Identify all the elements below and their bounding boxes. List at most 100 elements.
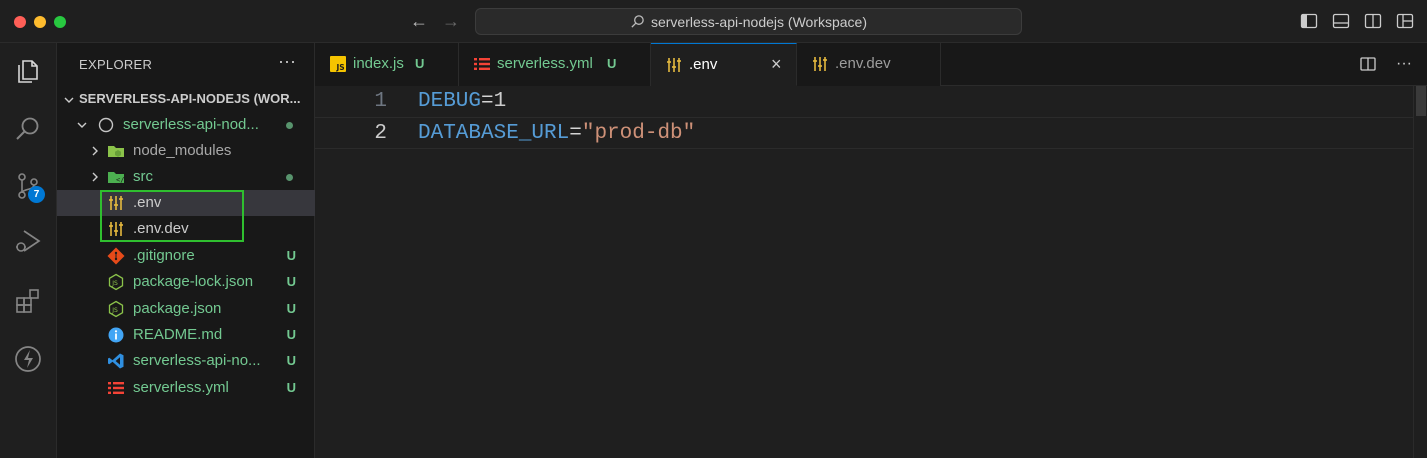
run-debug-icon[interactable]	[10, 223, 46, 259]
untracked-badge: U	[286, 274, 296, 289]
workspace-label: SERVERLESS-API-NODEJS (WOR...	[79, 91, 301, 106]
tree-item-package-lock[interactable]: JS package-lock.json U	[57, 269, 315, 295]
folder-label: serverless-api-nod...	[123, 116, 259, 133]
modified-dot	[286, 174, 293, 181]
close-tab-icon[interactable]: ×	[771, 54, 782, 75]
search-icon	[631, 15, 644, 28]
untracked-badge: U	[286, 327, 296, 342]
tab-serverless-yml[interactable]: serverless.yml U	[459, 43, 651, 86]
chevron-down-icon	[75, 118, 89, 132]
untracked-badge: U	[286, 353, 296, 368]
chevron-right-icon	[88, 144, 102, 158]
settings-sliders-icon	[665, 56, 683, 74]
line-number: 1	[374, 90, 387, 113]
customize-layout-icon[interactable]	[1395, 11, 1415, 31]
serverless-icon	[107, 379, 125, 397]
code-line-current[interactable]: 2 DATABASE_URL="prod-db"	[315, 117, 1413, 149]
node-folder-icon	[107, 142, 125, 160]
javascript-icon: JS	[329, 55, 347, 73]
untracked-badge: U	[286, 301, 296, 316]
settings-sliders-icon	[811, 55, 829, 73]
svg-text:JS: JS	[111, 280, 118, 287]
chevron-right-icon	[88, 170, 102, 184]
tree-item-label: .gitignore	[133, 247, 195, 264]
src-folder-icon: </>	[107, 168, 125, 186]
explorer-icon[interactable]	[10, 53, 46, 89]
svg-text:JS: JS	[336, 63, 345, 72]
toggle-secondary-sidebar-icon[interactable]	[1363, 11, 1383, 31]
editor-tab-bar: JS index.js U serverless.yml U .env × .e…	[315, 43, 1427, 86]
vscode-icon	[107, 352, 125, 370]
toggle-panel-icon[interactable]	[1331, 11, 1351, 31]
tab-env[interactable]: .env ×	[651, 43, 797, 86]
tree-item-gitignore[interactable]: .gitignore U	[57, 243, 315, 269]
env-value: 1	[493, 90, 507, 113]
code-line[interactable]: 1 DEBUG=1	[315, 86, 1413, 118]
env-key: DATABASE_URL	[418, 122, 570, 145]
tree-item-label: src	[133, 168, 153, 185]
explorer-sidebar: EXPLORER ··· SERVERLESS-API-NODEJS (WOR.…	[57, 43, 315, 458]
chevron-down-icon	[62, 93, 76, 107]
tree-item-label: node_modules	[133, 142, 232, 159]
tab-label: index.js	[353, 55, 404, 72]
scrollbar-thumb[interactable]	[1416, 86, 1426, 116]
workspace-root[interactable]: SERVERLESS-API-NODEJS (WOR...	[57, 87, 315, 113]
lightning-icon[interactable]	[10, 341, 46, 377]
tree-item-label: serverless-api-no...	[133, 352, 261, 369]
tab-index-js[interactable]: JS index.js U	[315, 43, 459, 86]
title-bar: ← → serverless-api-nodejs (Workspace)	[0, 0, 1427, 43]
tree-item-serverless-yml[interactable]: serverless.yml U	[57, 375, 315, 401]
tree-item-workspace-file[interactable]: serverless-api-no... U	[57, 348, 315, 374]
code-editor[interactable]: 1 DEBUG=1 2 DATABASE_URL="prod-db"	[315, 86, 1427, 458]
git-icon	[107, 247, 125, 265]
untracked-badge: U	[607, 56, 617, 71]
tab-label: serverless.yml	[497, 55, 593, 72]
nodejs-icon: JS	[107, 273, 125, 291]
equals-sign: =	[481, 90, 494, 113]
extensions-icon[interactable]	[10, 283, 46, 319]
tree-item-node-modules[interactable]: node_modules	[57, 138, 315, 164]
modified-dot	[286, 122, 293, 129]
minimize-window-button[interactable]	[34, 16, 46, 28]
tree-item-label: package.json	[133, 300, 222, 317]
env-value: "prod-db"	[581, 122, 696, 145]
svg-text:</>: </>	[116, 176, 125, 184]
nodejs-icon: JS	[107, 300, 125, 318]
info-icon	[107, 326, 125, 344]
folder-row[interactable]: serverless-api-nod...	[57, 112, 315, 138]
untracked-badge: U	[286, 248, 296, 263]
tab-label: .env	[689, 56, 718, 73]
tab-label: .env.dev	[835, 55, 891, 72]
tree-item-label: serverless.yml	[133, 379, 229, 396]
toggle-sidebar-icon[interactable]	[1299, 11, 1319, 31]
tree-item-readme[interactable]: README.md U	[57, 322, 315, 348]
window-title: serverless-api-nodejs (Workspace)	[650, 13, 868, 30]
more-actions-icon[interactable]: ···	[1395, 55, 1413, 73]
tab-env-dev[interactable]: .env.dev	[797, 43, 941, 86]
env-key: DEBUG	[418, 90, 482, 113]
command-center-search[interactable]: serverless-api-nodejs (Workspace)	[475, 8, 1022, 35]
editor-scrollbar[interactable]	[1413, 86, 1427, 458]
activity-bar: 7	[0, 43, 57, 458]
explorer-title: EXPLORER	[79, 57, 153, 72]
back-arrow-icon[interactable]: ←	[408, 10, 430, 32]
tree-item-src[interactable]: </> src	[57, 164, 315, 190]
equals-sign: =	[569, 122, 582, 145]
folder-root-icon	[97, 116, 115, 134]
tree-item-label: package-lock.json	[133, 273, 254, 290]
svg-text:JS: JS	[111, 307, 118, 314]
forward-arrow-icon[interactable]: →	[440, 10, 462, 32]
split-editor-icon[interactable]	[1359, 55, 1377, 73]
close-window-button[interactable]	[14, 16, 26, 28]
scm-count-badge: 7	[28, 186, 45, 203]
tree-item-package-json[interactable]: JS package.json U	[57, 296, 315, 322]
more-actions-icon[interactable]: ···	[278, 51, 296, 72]
untracked-badge: U	[415, 56, 425, 71]
line-number: 2	[374, 122, 387, 145]
tree-item-label: README.md	[133, 326, 223, 343]
highlight-annotation	[100, 190, 244, 242]
search-view-icon[interactable]	[10, 111, 46, 147]
untracked-badge: U	[286, 380, 296, 395]
zoom-window-button[interactable]	[54, 16, 66, 28]
source-control-icon[interactable]: 7	[10, 168, 46, 204]
